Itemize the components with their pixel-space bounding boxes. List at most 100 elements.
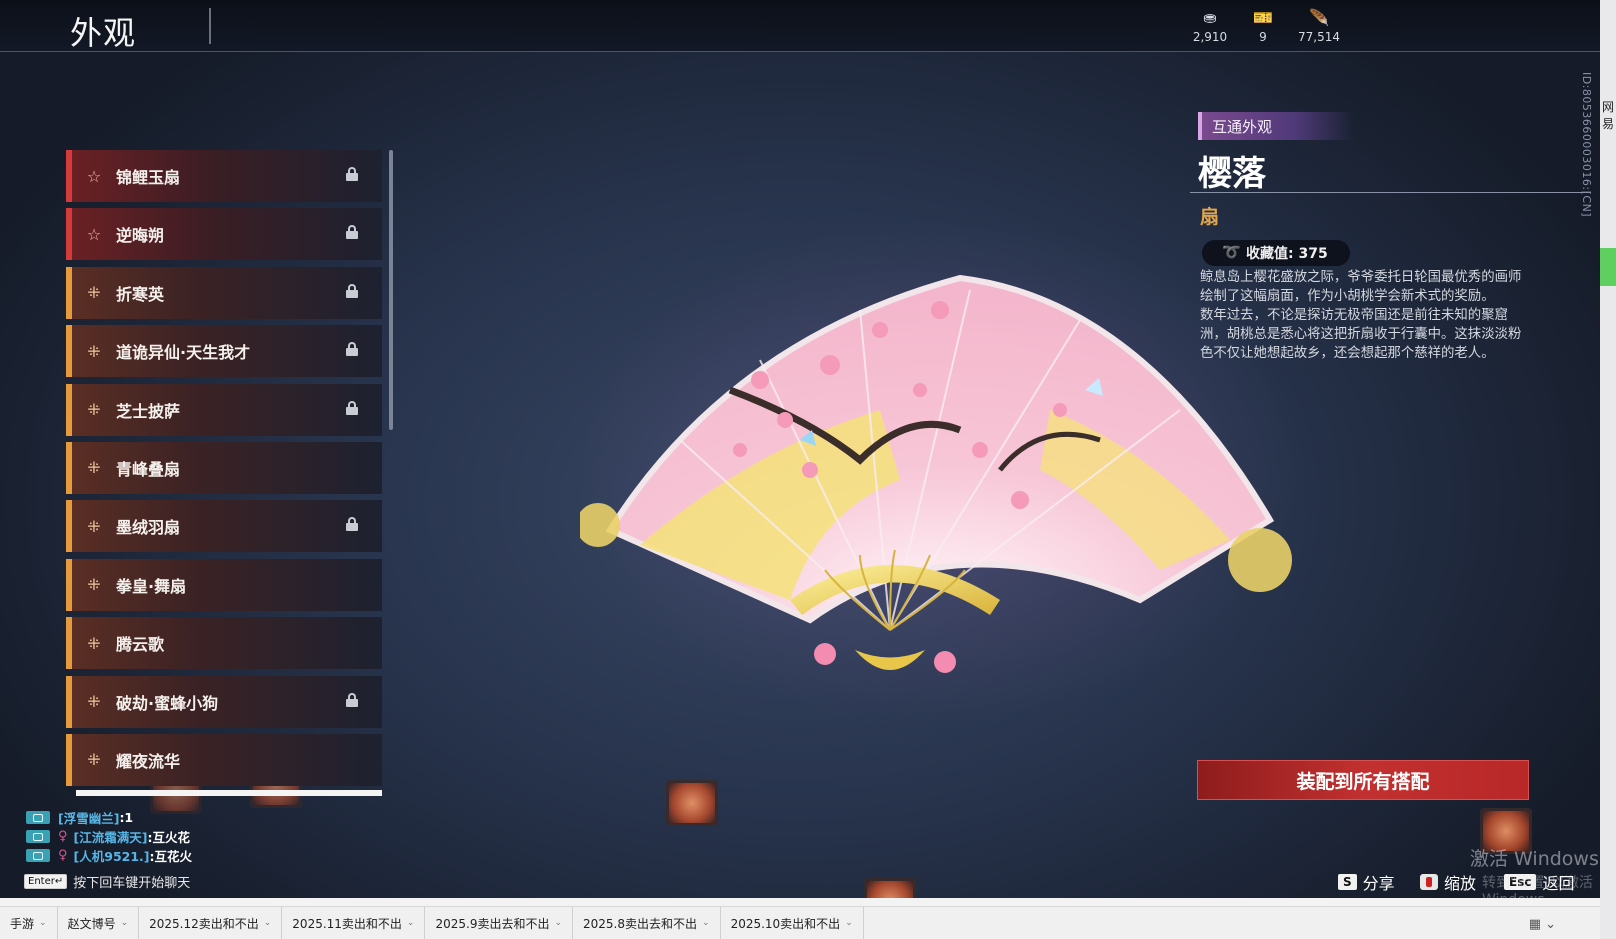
list-item[interactable]: ⁜ 破劫·蜜蜂小狗: [66, 675, 382, 728]
chat-box[interactable]: [浮雪幽兰] :1 ♀ [江流霜满天] :互火花 ♀ [人机9521.] :互花…: [26, 808, 306, 865]
list-item-label: 折寒英: [116, 284, 165, 304]
list-item[interactable]: ⁜ 折寒英: [66, 266, 382, 319]
chevron-down-icon: ⌄: [845, 918, 853, 928]
chat-channel-icon: [26, 849, 50, 862]
description-paragraph: 数年过去，不论是探访无极帝国还是前往未知的聚窟洲，胡桃总是悉心将这把折扇收于行囊…: [1200, 308, 1522, 361]
equip-all-button[interactable]: 装配到所有搭配: [1197, 760, 1529, 800]
list-item[interactable]: ⁜ 拳皇·舞扇: [66, 558, 382, 611]
list-item-label: 逆晦朔: [116, 226, 165, 246]
sheet-tab[interactable]: 手游 ⌄: [0, 906, 58, 939]
cross-icon: ⁜: [87, 283, 101, 303]
cross-icon: ⁜: [87, 516, 101, 536]
list-scrollbar[interactable]: [389, 150, 393, 430]
crossplay-tag-label: 互通外观: [1212, 118, 1273, 136]
chat-hint-text: 按下回车键开始聊天: [73, 876, 191, 891]
sheet-tabs-bar: 手游 ⌄ 赵文博号 ⌄ 2025.12卖出和不出 ⌄ 2025.11卖出和不出 ⌄ 20…: [0, 906, 1600, 939]
grid-icon[interactable]: ▦ ⌄: [1529, 917, 1556, 932]
chat-message: ♀ [人机9521.] :互花火: [26, 846, 306, 865]
list-item[interactable]: ⁜ 青峰叠扇: [66, 441, 382, 494]
chat-sender[interactable]: [人机9521.]: [74, 846, 150, 865]
item-description: 鲸息岛上樱花盛放之际，爷爷委托日轮国最优秀的画师绘制了这幅扇面，作为小胡桃学会新…: [1200, 268, 1534, 363]
chat-channel-icon: [26, 811, 50, 824]
chevron-down-icon: ⌄: [39, 918, 47, 928]
lock-icon: [346, 692, 358, 707]
list-item-label: 墨绒羽扇: [116, 518, 181, 538]
sheet-tab[interactable]: 2025.8卖出去和不出 ⌄: [573, 906, 721, 939]
title-divider: [209, 8, 211, 44]
chevron-down-icon: ⌄: [406, 918, 415, 928]
chat-sender[interactable]: [江流霜满天]: [74, 827, 148, 846]
zoom-button[interactable]: 缩放: [1420, 870, 1476, 894]
cross-icon: ⁜: [87, 575, 101, 595]
share-label: 分享: [1362, 874, 1395, 893]
female-icon: ♀: [58, 829, 68, 844]
chat-sender[interactable]: [浮雪幽兰]: [58, 808, 119, 827]
list-item-label: 耀夜流华: [116, 751, 181, 771]
list-item-label: 青峰叠扇: [116, 459, 181, 479]
sheet-tab[interactable]: 2025.12卖出和不出 ⌄: [139, 906, 283, 939]
chat-text: :互花火: [149, 849, 193, 864]
zoom-label: 缩放: [1444, 874, 1477, 893]
share-button[interactable]: S 分享: [1338, 870, 1395, 894]
cross-icon: ⁜: [87, 692, 101, 712]
list-partial-item: [76, 790, 382, 796]
chat-enter-hint[interactable]: Enter↵ 按下回车键开始聊天: [24, 872, 190, 891]
sheet-tab[interactable]: 2025.9卖出去和不出 ⌄: [425, 906, 574, 939]
lock-icon: [346, 400, 358, 415]
list-item[interactable]: ⁜ 墨绒羽扇: [66, 500, 382, 553]
chevron-down-icon: ⌄: [120, 918, 129, 928]
chat-message: ♀ [江流霜满天] :互火花: [26, 827, 306, 846]
item-type: 扇: [1200, 206, 1220, 228]
desktop-edge-marker: [1600, 248, 1616, 286]
chat-text: :1: [119, 810, 134, 825]
lock-icon: [346, 283, 358, 298]
item-name: 樱落: [1198, 154, 1266, 194]
collection-value-badge: ➰ 收藏值: 375: [1202, 240, 1350, 266]
list-item[interactable]: ☆ 锦鲤玉扇: [66, 150, 382, 202]
top-bar: 外观 ⛂ 2,910 🎫 9 🪶 77,514: [0, 0, 1600, 52]
desktop-edge: [1600, 0, 1616, 939]
list-item[interactable]: ⁜ 腾云歌: [66, 617, 382, 670]
mouse-icon: [1420, 874, 1438, 890]
ticket-icon: 🎫: [1253, 8, 1273, 27]
lantern-decoration: [666, 780, 718, 826]
feather-icon: 🪶: [1309, 8, 1329, 27]
list-item-label: 破劫·蜜蜂小狗: [116, 693, 219, 713]
sheet-tab[interactable]: 赵文博号 ⌄: [58, 906, 140, 939]
star-icon: ☆: [86, 224, 102, 244]
list-item-label: 拳皇·舞扇: [116, 576, 187, 596]
cross-icon: ⁜: [87, 400, 101, 420]
appearance-list[interactable]: ☆ 锦鲤玉扇 ☆ 逆晦朔 ⁜ 折寒英 ⁜ 道诡异仙·天生我才 ⁜ 芝士披萨 ⁜ …: [66, 150, 384, 795]
lock-icon: [346, 225, 358, 240]
page-title: 外观: [70, 14, 137, 52]
list-item[interactable]: ⁜ 芝士披萨: [66, 383, 382, 436]
currency-tickets: 🎫 9: [1233, 8, 1293, 44]
list-item[interactable]: ⁜ 耀夜流华: [66, 733, 382, 786]
lock-icon: [346, 167, 358, 181]
cross-icon: ⁜: [87, 458, 101, 478]
sheet-tab[interactable]: 2025.10卖出和不出 ⌄: [721, 906, 864, 939]
list-item[interactable]: ⁜ 道诡异仙·天生我才: [66, 325, 382, 378]
list-item[interactable]: ☆ 逆晦朔: [66, 208, 382, 261]
currency-tickets-value: 9: [1259, 30, 1267, 44]
chat-text: :互火花: [147, 830, 190, 845]
cross-icon: ⁜: [87, 633, 101, 653]
spiral-coin-icon: ➰: [1222, 243, 1241, 261]
currency-coins-value: 2,910: [1192, 30, 1228, 44]
list-item-label: 芝士披萨: [116, 401, 181, 421]
female-icon: ♀: [58, 848, 68, 863]
currency-feathers: 🪶 77,514: [1289, 8, 1349, 44]
collection-value-text: 收藏值: 375: [1246, 246, 1328, 262]
sheet-tab[interactable]: 2025.11卖出和不出 ⌄: [282, 906, 426, 939]
windows-activation-watermark: 激活 Windows: [1470, 848, 1599, 870]
lock-icon: [346, 342, 358, 357]
cross-icon: ⁜: [87, 750, 101, 770]
currency-feathers-value: 77,514: [1298, 30, 1340, 44]
star-icon: ☆: [86, 166, 102, 186]
list-item-label: 道诡异仙·天生我才: [116, 343, 251, 363]
chevron-down-icon: ⌄: [702, 918, 710, 928]
list-item-label: 锦鲤玉扇: [116, 168, 181, 187]
description-paragraph: 鲸息岛上樱花盛放之际，爷爷委托日轮国最优秀的画师绘制了这幅扇面，作为小胡桃学会新…: [1200, 270, 1522, 304]
player-id: ID:8053660003016:[CN]: [1580, 72, 1593, 218]
coin-cluster-icon: ⛂: [1203, 8, 1217, 27]
